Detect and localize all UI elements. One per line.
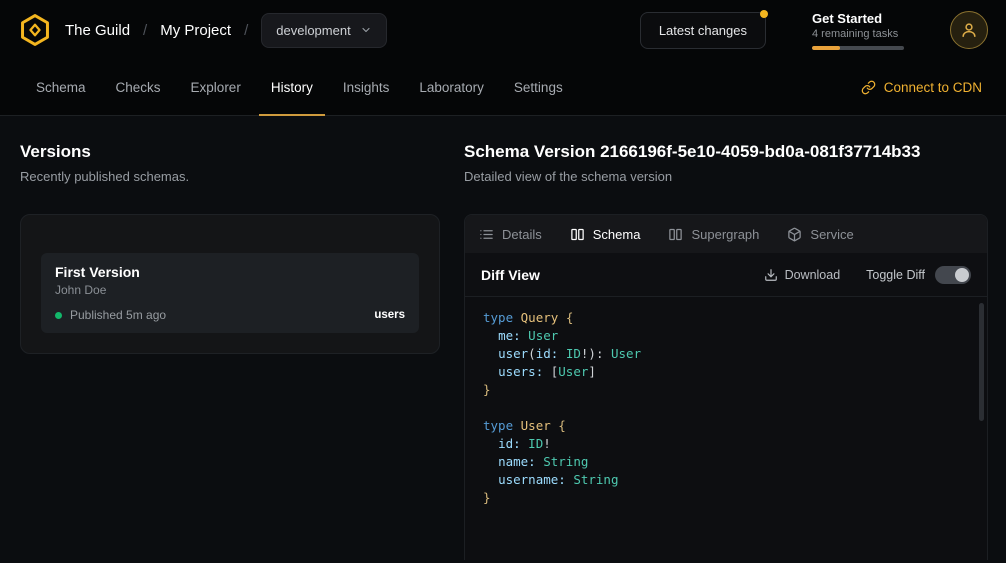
diff-actions: Download Toggle Diff [764, 266, 971, 284]
tab-settings[interactable]: Settings [502, 60, 575, 115]
tab-details-label: Details [502, 227, 542, 242]
get-started-title: Get Started [812, 11, 904, 26]
versions-subtitle: Recently published schemas. [20, 169, 440, 184]
target-select-value: development [276, 23, 350, 38]
versions-card: First Version John Doe Published 5m ago … [20, 214, 440, 354]
tab-service-label: Service [810, 227, 853, 242]
connect-to-cdn-button[interactable]: Connect to CDN [861, 60, 982, 115]
code-line: } [483, 381, 969, 399]
get-started-progress [812, 46, 904, 50]
code-line: type User { [483, 417, 969, 435]
org-link[interactable]: The Guild [65, 22, 130, 39]
code-line: users: [User] [483, 363, 969, 381]
connect-to-cdn-label: Connect to CDN [884, 80, 982, 95]
tab-explorer[interactable]: Explorer [179, 60, 253, 115]
code-block: type Query { me: User user(id: ID!): Use… [483, 309, 969, 507]
code-line: } [483, 489, 969, 507]
sdl-code-viewer: type Query { me: User user(id: ID!): Use… [465, 297, 987, 560]
diff-view-title: Diff View [481, 267, 540, 283]
tab-supergraph[interactable]: Supergraph [668, 227, 759, 242]
version-detail-subtitle: Detailed view of the schema version [464, 169, 988, 184]
tab-schema[interactable]: Schema [24, 60, 98, 115]
target-nav-tabs: Schema Checks Explorer History Insights … [0, 60, 1006, 116]
hive-logo-icon[interactable] [18, 13, 52, 47]
latest-changes-label: Latest changes [659, 23, 747, 38]
columns-icon [570, 227, 585, 242]
tab-service[interactable]: Service [787, 227, 853, 242]
chevron-down-icon [360, 24, 372, 36]
project-link[interactable]: My Project [160, 22, 231, 39]
toggle-knob [955, 268, 969, 282]
code-line: name: String [483, 453, 969, 471]
tab-history[interactable]: History [259, 60, 325, 115]
code-line: username: String [483, 471, 969, 489]
breadcrumb-separator: / [244, 22, 248, 39]
get-started-widget[interactable]: Get Started 4 remaining tasks [812, 11, 904, 50]
published-dot-icon [55, 312, 62, 319]
tab-insights[interactable]: Insights [331, 60, 402, 115]
version-detail-panel: Schema Version 2166196f-5e10-4059-bd0a-0… [464, 116, 988, 563]
box-icon [787, 227, 802, 242]
versions-title: Versions [20, 142, 440, 162]
code-line: type Query { [483, 309, 969, 327]
code-line: id: ID! [483, 435, 969, 453]
version-list-item[interactable]: First Version John Doe Published 5m ago … [41, 253, 419, 333]
schema-view-panel: Details Schema [464, 214, 988, 560]
download-label: Download [785, 268, 841, 282]
list-icon [479, 227, 494, 242]
link-icon [861, 80, 876, 95]
toggle-diff-label: Toggle Diff [866, 268, 925, 282]
target-select-dropdown[interactable]: development [261, 13, 386, 48]
version-status: Published 5m ago [70, 308, 166, 322]
breadcrumb: The Guild / My Project / development [18, 13, 387, 48]
tab-checks[interactable]: Checks [104, 60, 173, 115]
breadcrumb-separator: / [143, 22, 147, 39]
tab-details[interactable]: Details [479, 227, 542, 242]
toggle-diff-switch[interactable] [935, 266, 971, 284]
progress-fill [812, 46, 840, 50]
tab-laboratory[interactable]: Laboratory [407, 60, 496, 115]
version-author: John Doe [55, 283, 405, 297]
toggle-diff-group: Toggle Diff [866, 266, 971, 284]
download-button[interactable]: Download [764, 268, 841, 282]
version-detail-title: Schema Version 2166196f-5e10-4059-bd0a-0… [464, 142, 988, 162]
app-root: The Guild / My Project / development Lat… [0, 0, 1006, 563]
topbar-actions: Latest changes Get Started 4 remaining t… [640, 11, 988, 50]
tab-supergraph-label: Supergraph [691, 227, 759, 242]
version-name: First Version [55, 264, 405, 280]
version-status-row: Published 5m ago users [55, 308, 405, 322]
code-line: user(id: ID!): User [483, 345, 969, 363]
get-started-subtitle: 4 remaining tasks [812, 28, 904, 40]
code-line [483, 399, 969, 417]
user-avatar[interactable] [950, 11, 988, 49]
versions-panel: Versions Recently published schemas. Fir… [20, 116, 440, 563]
schema-view-tabs: Details Schema [465, 215, 987, 253]
code-scrollbar[interactable] [979, 303, 984, 421]
user-icon [959, 20, 979, 40]
download-icon [764, 268, 778, 282]
diff-toolbar: Diff View Download Toggle Diff [465, 253, 987, 297]
notification-dot [760, 10, 768, 18]
columns-icon [668, 227, 683, 242]
topbar: The Guild / My Project / development Lat… [0, 0, 1006, 60]
tab-schema-view[interactable]: Schema [570, 227, 641, 242]
code-line: me: User [483, 327, 969, 345]
service-badge: users [374, 309, 405, 321]
main-content: Versions Recently published schemas. Fir… [0, 116, 1006, 563]
tab-schema-label: Schema [593, 227, 641, 242]
latest-changes-button[interactable]: Latest changes [640, 12, 766, 49]
